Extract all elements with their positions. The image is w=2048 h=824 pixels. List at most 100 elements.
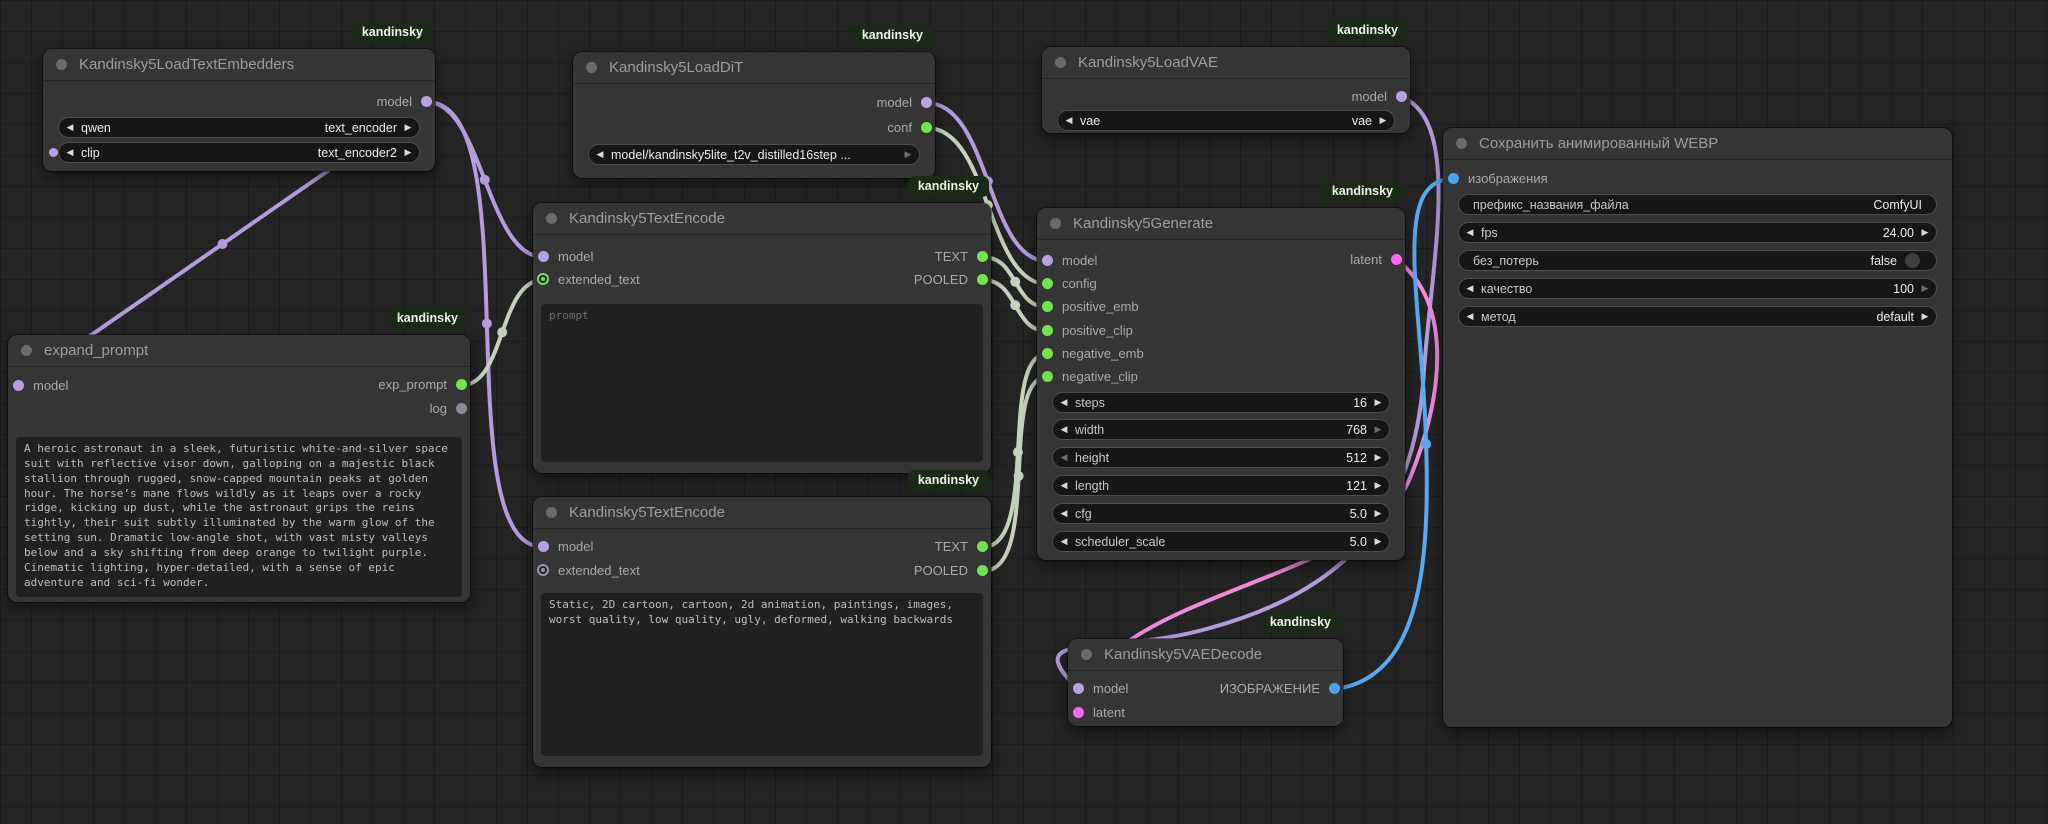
input-dot-positive_emb[interactable] bbox=[1042, 301, 1053, 312]
widget-value: 16 bbox=[1353, 395, 1367, 410]
widget-label: model/kandinsky5lite_t2v_distilled16step… bbox=[611, 147, 851, 162]
decrement-arrow-icon[interactable]: ◀ bbox=[1053, 480, 1075, 491]
collapse-dot-icon[interactable] bbox=[1055, 57, 1066, 68]
widget-scheduler_scale[interactable]: ◀ scheduler_scale 5.0 ▶ bbox=[1052, 531, 1390, 552]
collapse-dot-icon[interactable] bbox=[21, 345, 32, 356]
collapse-dot-icon[interactable] bbox=[56, 59, 67, 70]
increment-arrow-icon[interactable]: ▶ bbox=[1367, 397, 1389, 408]
output-slot-POOLED: POOLED bbox=[533, 561, 991, 581]
widget-clip[interactable]: ◀ clip text_encoder2 ▶ bbox=[49, 142, 420, 163]
node-titlebar[interactable]: Kandinsky5Generate bbox=[1037, 208, 1405, 240]
input-dot-negative_clip[interactable] bbox=[1042, 371, 1053, 382]
input-dot-positive_clip[interactable] bbox=[1042, 325, 1053, 336]
node-titlebar[interactable]: Kandinsky5TextEncode bbox=[533, 203, 991, 235]
prompt-textarea-text_encode_pos[interactable] bbox=[541, 304, 983, 462]
output-dot-exp_prompt[interactable] bbox=[456, 379, 467, 390]
collapse-dot-icon[interactable] bbox=[1050, 218, 1061, 229]
widget-width[interactable]: ◀ width 768 ▶ bbox=[1052, 419, 1390, 440]
decrement-arrow-icon[interactable]: ◀ bbox=[589, 149, 611, 160]
increment-arrow-icon[interactable]: ▶ bbox=[1367, 508, 1389, 519]
increment-arrow-icon[interactable]: ▶ bbox=[1367, 536, 1389, 547]
decrement-arrow-icon[interactable]: ◀ bbox=[1459, 311, 1481, 322]
widget-без_потерь[interactable]: без_потерь false bbox=[1458, 250, 1937, 271]
output-dot-latent[interactable] bbox=[1391, 254, 1402, 265]
collapse-dot-icon[interactable] bbox=[546, 507, 557, 518]
input-dot-config[interactable] bbox=[1042, 278, 1053, 289]
increment-arrow-icon[interactable]: ▶ bbox=[397, 122, 419, 133]
input-slot-negative_clip: negative_clip bbox=[1037, 367, 1405, 387]
output-dot-model[interactable] bbox=[1396, 91, 1407, 102]
collapse-dot-icon[interactable] bbox=[586, 62, 597, 73]
widget-input-dot[interactable] bbox=[49, 148, 58, 157]
widget-steps[interactable]: ◀ steps 16 ▶ bbox=[1052, 392, 1390, 413]
input-dot-изображения[interactable] bbox=[1448, 173, 1459, 184]
decrement-arrow-icon[interactable]: ◀ bbox=[1053, 536, 1075, 547]
output-dot-model[interactable] bbox=[421, 96, 432, 107]
increment-arrow-icon[interactable]: ▶ bbox=[897, 149, 919, 160]
prompt-textarea-expand_prompt[interactable]: A heroic astronaut in a sleek, futuristi… bbox=[16, 437, 462, 597]
node-vae_decode: kandinsky Kandinsky5VAEDecode model latent И… bbox=[1068, 612, 1343, 726]
widget-качество[interactable]: ◀ качество 100 ▶ bbox=[1458, 278, 1937, 299]
widget-model/kandinsky5lite_t2v_distilled16step ...[interactable]: ◀ model/kandinsky5lite_t2v_distilled16ste… bbox=[588, 144, 920, 165]
output-dot-model[interactable] bbox=[921, 97, 932, 108]
increment-arrow-icon[interactable]: ▶ bbox=[1367, 424, 1389, 435]
graph-canvas[interactable]: kandinsky Kandinsky5LoadTextEmbedders mode… bbox=[0, 0, 2048, 824]
node-titlebar[interactable]: Kandinsky5LoadDiT bbox=[573, 52, 935, 84]
increment-arrow-icon[interactable]: ▶ bbox=[1914, 227, 1936, 238]
output-dot-TEXT[interactable] bbox=[977, 251, 988, 262]
increment-arrow-icon[interactable]: ▶ bbox=[1372, 115, 1394, 126]
widget-cfg[interactable]: ◀ cfg 5.0 ▶ bbox=[1052, 503, 1390, 524]
decrement-arrow-icon[interactable]: ◀ bbox=[1053, 508, 1075, 519]
node-titlebar[interactable]: Kandinsky5VAEDecode bbox=[1068, 639, 1343, 671]
collapse-dot-icon[interactable] bbox=[1456, 138, 1467, 149]
output-dot-conf[interactable] bbox=[921, 122, 932, 133]
increment-arrow-icon[interactable]: ▶ bbox=[1914, 311, 1936, 322]
increment-arrow-icon[interactable]: ▶ bbox=[1367, 452, 1389, 463]
decrement-arrow-icon[interactable]: ◀ bbox=[1459, 227, 1481, 238]
output-slot-ИЗОБРАЖЕНИЕ: ИЗОБРАЖЕНИЕ bbox=[1068, 679, 1343, 699]
input-slot-latent: latent bbox=[1068, 703, 1343, 723]
link-midpoint-dot bbox=[497, 327, 508, 338]
node-titlebar[interactable]: Сохранить анимированный WEBP bbox=[1443, 128, 1952, 160]
decrement-arrow-icon[interactable]: ◀ bbox=[59, 122, 81, 133]
output-dot-POOLED[interactable] bbox=[977, 274, 988, 285]
widget-метод[interactable]: ◀ метод default ▶ bbox=[1458, 306, 1937, 327]
decrement-arrow-icon[interactable]: ◀ bbox=[1053, 397, 1075, 408]
increment-arrow-icon[interactable]: ▶ bbox=[1367, 480, 1389, 491]
decrement-arrow-icon[interactable]: ◀ bbox=[1053, 452, 1075, 463]
output-dot-ИЗОБРАЖЕНИЕ[interactable] bbox=[1329, 683, 1340, 694]
increment-arrow-icon[interactable]: ▶ bbox=[1914, 283, 1936, 294]
toggle-knob[interactable] bbox=[1905, 253, 1920, 268]
decrement-arrow-icon[interactable]: ◀ bbox=[59, 147, 81, 158]
widget-fps[interactable]: ◀ fps 24.00 ▶ bbox=[1458, 222, 1937, 243]
increment-arrow-icon[interactable]: ▶ bbox=[397, 147, 419, 158]
link-midpoint-dot bbox=[481, 318, 492, 329]
node-load_dit: kandinsky Kandinsky5LoadDiT model conf ◀ mode… bbox=[573, 25, 935, 178]
prompt-textarea-text_encode_neg[interactable]: Static, 2D cartoon, cartoon, 2d animatio… bbox=[541, 593, 983, 756]
decrement-arrow-icon[interactable]: ◀ bbox=[1058, 115, 1080, 126]
group-badge: kandinsky bbox=[386, 308, 468, 329]
node-title: Kandinsky5LoadDiT bbox=[609, 59, 744, 76]
collapse-dot-icon[interactable] bbox=[546, 213, 557, 224]
widget-label: scheduler_scale bbox=[1075, 534, 1166, 549]
input-dot-latent[interactable] bbox=[1073, 707, 1084, 718]
node-titlebar[interactable]: Kandinsky5LoadTextEmbedders bbox=[43, 49, 435, 81]
output-dot-POOLED[interactable] bbox=[977, 565, 988, 576]
output-slot-conf: conf bbox=[573, 118, 935, 138]
collapse-dot-icon[interactable] bbox=[1081, 649, 1092, 660]
node-titlebar[interactable]: Kandinsky5LoadVAE bbox=[1042, 47, 1410, 79]
widget-length[interactable]: ◀ length 121 ▶ bbox=[1052, 475, 1390, 496]
node-titlebar[interactable]: Kandinsky5TextEncode bbox=[533, 497, 991, 529]
widget-префикс_названия_файла[interactable]: префикс_названия_файла ComfyUI bbox=[1458, 194, 1937, 215]
input-dot-negative_emb[interactable] bbox=[1042, 348, 1053, 359]
output-dot-log[interactable] bbox=[456, 403, 467, 414]
decrement-arrow-icon[interactable]: ◀ bbox=[1053, 424, 1075, 435]
decrement-arrow-icon[interactable]: ◀ bbox=[1459, 283, 1481, 294]
widget-height[interactable]: ◀ height 512 ▶ bbox=[1052, 447, 1390, 468]
widget-qwen[interactable]: ◀ qwen text_encoder ▶ bbox=[58, 117, 420, 138]
output-dot-TEXT[interactable] bbox=[977, 541, 988, 552]
node-titlebar[interactable]: expand_prompt bbox=[8, 335, 470, 367]
widget-vae[interactable]: ◀ vae vae ▶ bbox=[1057, 110, 1395, 131]
slot-label: conf bbox=[887, 120, 912, 135]
slot-label: latent bbox=[1350, 252, 1382, 267]
